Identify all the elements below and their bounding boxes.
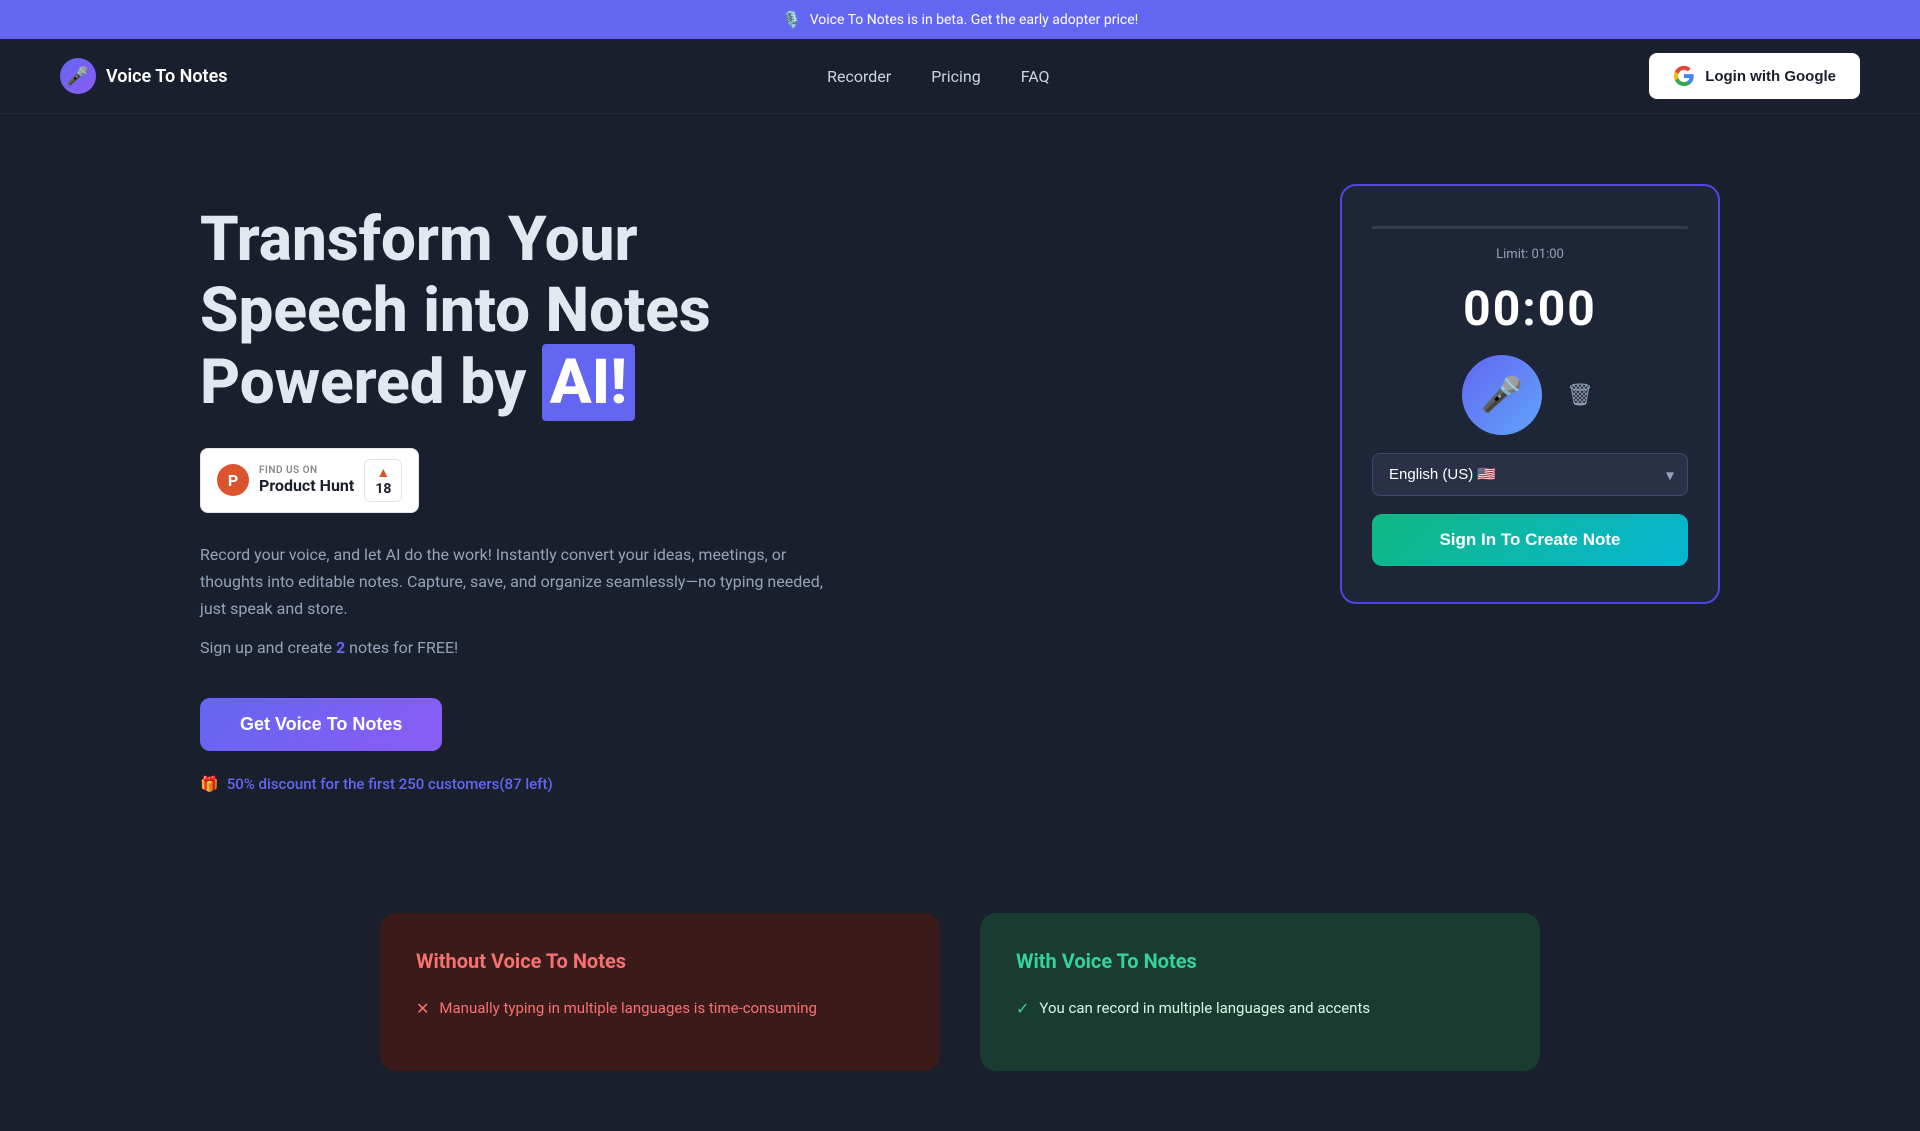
without-title: Without Voice To Notes [416, 949, 904, 973]
product-hunt-badge[interactable]: P FIND US ON Product Hunt ▲ 18 [200, 448, 419, 513]
navbar-logo-text: Voice To Notes [106, 66, 228, 87]
login-button-label: Login with Google [1705, 68, 1836, 85]
without-item-text: Manually typing in multiple languages is… [439, 997, 817, 1020]
mic-banner-icon: 🎙️ [782, 10, 802, 29]
without-x-icon: ✕ [416, 999, 429, 1018]
hero-free-count: 2 [336, 638, 345, 657]
timer-display: 00:00 [1463, 280, 1597, 337]
discount-text: 50% discount for the first 250 customers… [227, 775, 553, 793]
nav-pricing[interactable]: Pricing [931, 67, 981, 86]
cta-button[interactable]: Get Voice To Notes [200, 698, 442, 751]
with-item-text: You can record in multiple languages and… [1039, 997, 1370, 1020]
hero-title-highlight: AI! [542, 344, 635, 421]
gift-icon: 🎁 [200, 775, 219, 793]
sign-in-button[interactable]: Sign In To Create Note [1372, 514, 1688, 566]
ph-count-box: ▲ 18 [364, 459, 402, 502]
discount-badge: 🎁 50% discount for the first 250 custome… [200, 775, 850, 793]
hero-signup-text: Sign up and create 2 notes for FREE! [200, 634, 850, 661]
without-card: Without Voice To Notes ✕ Manually typing… [380, 913, 940, 1072]
hero-title: Transform Your Speech into Notes Powered… [200, 204, 850, 418]
hero-left: Transform Your Speech into Notes Powered… [200, 184, 850, 793]
recorder-card: Limit: 01:00 00:00 🎤 🗑 English (US) 🇺🇸 S… [1340, 184, 1720, 604]
without-item-1: ✕ Manually typing in multiple languages … [416, 997, 904, 1020]
comparison-section: Without Voice To Notes ✕ Manually typing… [0, 913, 1920, 1131]
top-banner: 🎙️ Voice To Notes is in beta. Get the ea… [0, 0, 1920, 39]
hero-right: Limit: 01:00 00:00 🎤 🗑 English (US) 🇺🇸 S… [1340, 184, 1720, 604]
ph-name: Product Hunt [259, 476, 354, 495]
ph-text-block: FIND US ON Product Hunt [259, 465, 354, 495]
login-button[interactable]: Login with Google [1649, 53, 1860, 99]
hero-section: Transform Your Speech into Notes Powered… [0, 114, 1920, 853]
logo-icon: 🎤 [60, 58, 96, 94]
delete-button[interactable]: 🗑 [1562, 377, 1598, 413]
nav-faq[interactable]: FAQ [1021, 67, 1050, 86]
ph-find-us: FIND US ON [259, 465, 354, 476]
progress-bar-container [1372, 226, 1688, 229]
nav-recorder[interactable]: Recorder [827, 67, 891, 86]
ph-arrow-icon: ▲ [376, 464, 390, 481]
banner-text: Voice To Notes is in beta. Get the early… [810, 12, 1139, 28]
with-item-1: ✓ You can record in multiple languages a… [1016, 997, 1504, 1020]
hero-description: Record your voice, and let AI do the wor… [200, 541, 850, 623]
navbar-nav: Recorder Pricing FAQ [827, 67, 1049, 86]
language-select[interactable]: English (US) 🇺🇸 Spanish 🇪🇸 French 🇫🇷 Ger… [1372, 453, 1688, 496]
navbar-logo: 🎤 Voice To Notes [60, 58, 228, 94]
google-icon [1673, 65, 1695, 87]
with-title: With Voice To Notes [1016, 949, 1504, 973]
navbar: 🎤 Voice To Notes Recorder Pricing FAQ Lo… [0, 39, 1920, 114]
with-check-icon: ✓ [1016, 999, 1029, 1018]
ph-count: 18 [375, 481, 391, 497]
language-select-wrapper: English (US) 🇺🇸 Spanish 🇪🇸 French 🇫🇷 Ger… [1372, 453, 1688, 496]
ph-logo: P [217, 464, 249, 496]
timer-limit: Limit: 01:00 [1496, 247, 1564, 262]
with-card: With Voice To Notes ✓ You can record in … [980, 913, 1540, 1072]
mic-button[interactable]: 🎤 [1462, 355, 1542, 435]
mic-row: 🎤 🗑 [1462, 355, 1598, 435]
